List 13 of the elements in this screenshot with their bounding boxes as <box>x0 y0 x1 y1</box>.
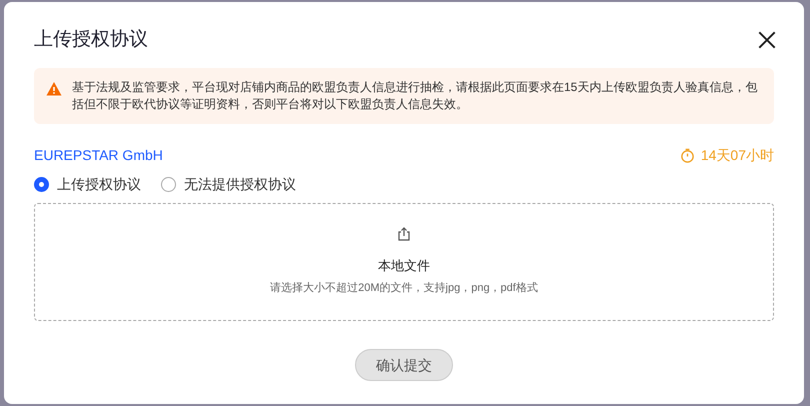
countdown-text: 14天07小时 <box>700 146 774 164</box>
upload-icon <box>396 226 412 242</box>
upload-title: 本地文件 <box>378 257 430 275</box>
company-name: EUREPSTAR GmbH <box>34 146 163 164</box>
stopwatch-icon <box>680 148 695 162</box>
radio-option[interactable]: 上传授权协议 <box>34 174 141 194</box>
warning-text: 基于法规及监管要求，平台现对店铺内商品的欧盟负责人信息进行抽检，请根据此页面要求在15天内上传欧盟负责人验真信息，包括但不限于欧代协议等证明资料，否则平台将对以下欧盟负责人信息失效。 <box>72 79 758 113</box>
dialog-title: 上传授权协议 <box>34 28 148 52</box>
warning-icon <box>46 81 62 97</box>
upload-hint: 请选择大小不超过20M的文件，支持jpg，png，pdf格式 <box>270 280 538 296</box>
upload-area[interactable]: 本地文件 请选择大小不超过20M的文件，支持jpg，png，pdf格式 <box>34 203 774 321</box>
close-icon[interactable] <box>756 29 778 51</box>
radio-option[interactable]: 无法提供授权协议 <box>161 174 296 194</box>
